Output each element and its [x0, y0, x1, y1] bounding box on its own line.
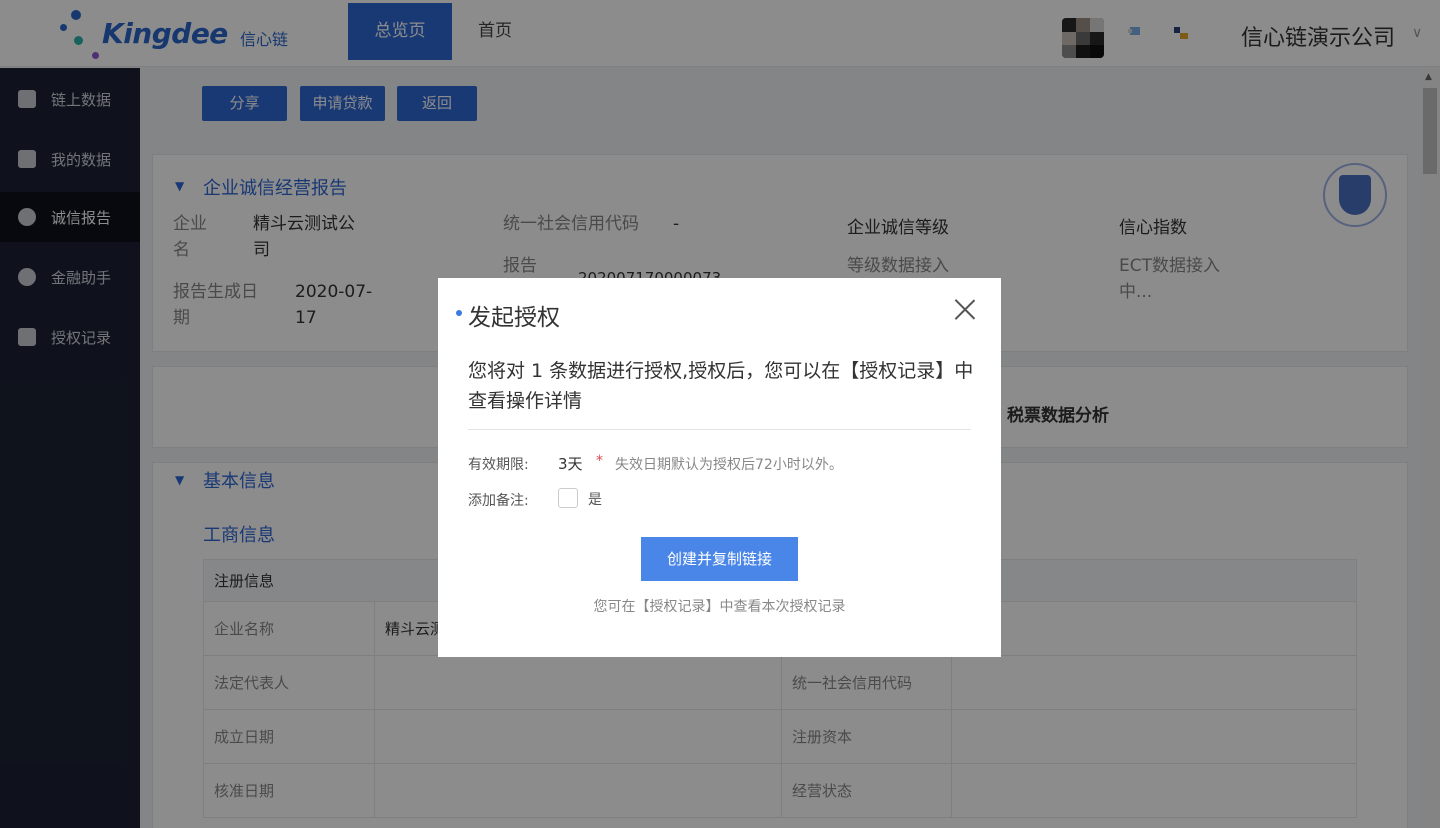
- title-dot-icon: [456, 310, 462, 316]
- create-copy-link-button[interactable]: 创建并复制链接: [641, 537, 798, 581]
- note-checkbox-label[interactable]: 是: [588, 489, 602, 509]
- authorize-dialog: 发起授权 您将对 1 条数据进行授权,授权后，您可以在【授权记录】中查看操作详情…: [438, 278, 1001, 657]
- close-icon[interactable]: [954, 298, 976, 320]
- validity-label: 有效期限:: [468, 457, 529, 473]
- dialog-title: 发起授权: [468, 305, 560, 331]
- footer-hint: 您可在【授权记录】中查看本次授权记录: [593, 599, 846, 615]
- validity-hint: 失效日期默认为授权后72小时以外。: [615, 457, 843, 473]
- required-mark: *: [596, 453, 603, 469]
- divider: [468, 429, 971, 430]
- validity-value[interactable]: 3天: [558, 453, 583, 474]
- note-label: 添加备注:: [468, 493, 529, 509]
- note-checkbox[interactable]: [558, 488, 578, 508]
- dialog-message: 您将对 1 条数据进行授权,授权后，您可以在【授权记录】中查看操作详情: [468, 360, 974, 412]
